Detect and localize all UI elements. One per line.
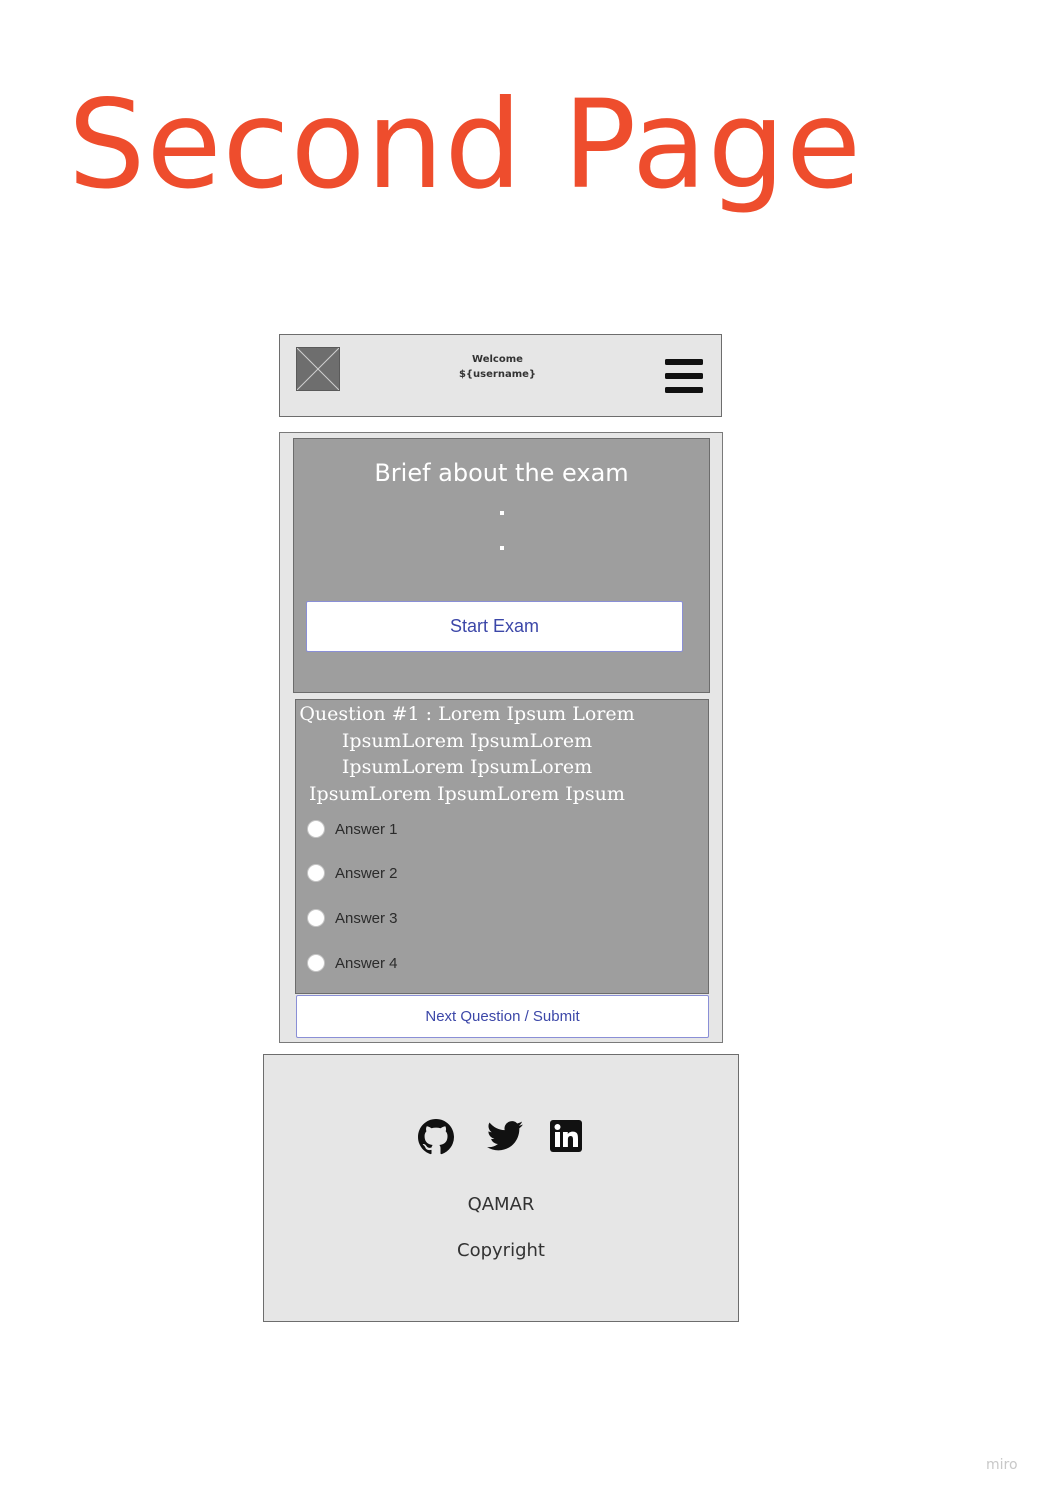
username-label: ${username} (458, 369, 537, 380)
hamburger-menu-icon[interactable] (665, 359, 705, 400)
answer-label: Answer 3 (335, 909, 398, 927)
welcome-label: Welcome (472, 354, 523, 365)
start-exam-button[interactable]: Start Exam (306, 601, 683, 652)
answer-label: Answer 2 (335, 864, 398, 882)
welcome-text: Welcome ${username} (430, 352, 565, 382)
answer-option-1[interactable]: Answer 1 (307, 819, 398, 839)
app-header: Welcome ${username} (279, 334, 722, 417)
question-line: IpsumLorem IpsumLorem Ipsum (309, 782, 625, 805)
twitter-icon[interactable] (487, 1119, 523, 1158)
linkedin-icon[interactable] (550, 1119, 582, 1158)
miro-watermark: miro (986, 1457, 1018, 1473)
radio-button[interactable] (307, 909, 325, 927)
page-footer: QAMAR Copyright (263, 1054, 739, 1322)
next-question-button[interactable]: Next Question / Submit (296, 995, 709, 1038)
exam-brief-panel: Brief about the exam Start Exam (293, 438, 710, 693)
footer-brand: QAMAR (467, 1194, 535, 1215)
radio-button[interactable] (307, 864, 325, 882)
answer-option-4[interactable]: Answer 4 (307, 953, 398, 973)
radio-button[interactable] (307, 820, 325, 838)
footer-copyright: Copyright (457, 1240, 545, 1261)
placeholder-dot (500, 511, 504, 515)
github-icon[interactable] (418, 1119, 454, 1160)
brief-title: Brief about the exam (374, 459, 629, 487)
image-placeholder-icon[interactable] (296, 347, 340, 391)
answer-label: Answer 1 (335, 820, 398, 838)
placeholder-dot (500, 546, 504, 550)
question-line: IpsumLorem IpsumLorem (341, 729, 593, 752)
page-title: Second Page (68, 74, 863, 216)
exam-card: Brief about the exam Start Exam Question… (279, 432, 723, 1043)
question-panel: Question #1 : Lorem Ipsum Lorem IpsumLor… (295, 699, 709, 994)
question-line: Question #1 : Lorem Ipsum Lorem (299, 703, 635, 725)
answer-label: Answer 4 (335, 954, 398, 972)
answer-option-3[interactable]: Answer 3 (307, 908, 398, 928)
radio-button[interactable] (307, 954, 325, 972)
question-text: Question #1 : Lorem Ipsum Lorem IpsumLor… (296, 701, 638, 807)
answer-option-2[interactable]: Answer 2 (307, 863, 398, 883)
question-line: IpsumLorem IpsumLorem (341, 756, 593, 778)
